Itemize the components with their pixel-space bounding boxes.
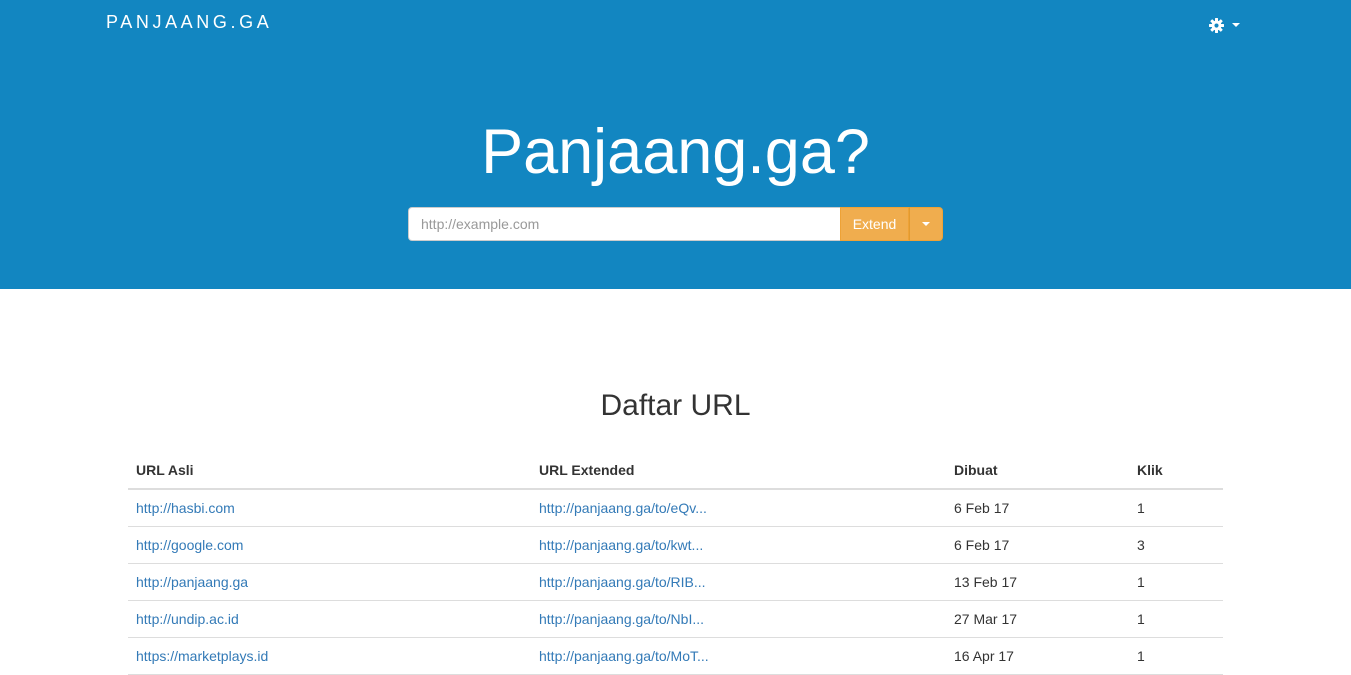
table-row: http://google.com http://panjaang.ga/to/…: [128, 526, 1223, 564]
original-url-link[interactable]: https://marketplays.id: [136, 648, 268, 664]
extended-url-link[interactable]: http://panjaang.ga/to/RIB...: [539, 574, 706, 590]
extend-button[interactable]: Extend: [840, 207, 909, 241]
url-input[interactable]: [408, 207, 840, 241]
section-title: Daftar URL: [600, 389, 751, 422]
hero-banner: PANJAANG.GA Panjaang.ga? Extend: [0, 0, 1351, 289]
table-row: https://marketplays.id http://panjaang.g…: [128, 637, 1223, 675]
column-header-created: Dibuat: [946, 451, 1129, 490]
original-url-link[interactable]: http://undip.ac.id: [136, 611, 239, 627]
click-count: 1: [1129, 563, 1223, 601]
extended-url-link[interactable]: http://panjaang.ga/to/MoT...: [539, 648, 709, 664]
created-date: 13 Feb 17: [946, 563, 1129, 601]
created-date: 6 Feb 17: [946, 489, 1129, 527]
created-date: 16 Apr 17: [946, 637, 1129, 675]
click-count: 1: [1129, 489, 1223, 527]
table-row: http://hasbi.com http://panjaang.ga/to/e…: [128, 489, 1223, 527]
extend-options-dropdown-button[interactable]: [909, 207, 943, 241]
hero-title: Panjaang.ga?: [481, 117, 870, 187]
original-url-link[interactable]: http://google.com: [136, 537, 243, 553]
extended-url-link[interactable]: http://panjaang.ga/to/eQv...: [539, 500, 707, 516]
click-count: 3: [1129, 526, 1223, 564]
click-count: 1: [1129, 600, 1223, 638]
click-count: 1: [1129, 637, 1223, 675]
settings-dropdown[interactable]: [1209, 14, 1240, 36]
original-url-link[interactable]: http://panjaang.ga: [136, 574, 248, 590]
extended-url-link[interactable]: http://panjaang.ga/to/kwt...: [539, 537, 703, 553]
created-date: 27 Mar 17: [946, 600, 1129, 638]
column-header-extended-url: URL Extended: [531, 451, 946, 490]
original-url-link[interactable]: http://hasbi.com: [136, 500, 235, 516]
extend-url-form: Extend: [408, 207, 943, 241]
column-header-original-url: URL Asli: [128, 451, 531, 490]
table-row: http://undip.ac.id http://panjaang.ga/to…: [128, 600, 1223, 638]
gear-icon: [1209, 17, 1224, 33]
column-header-clicks: Klik: [1129, 451, 1223, 490]
created-date: 6 Feb 17: [946, 526, 1129, 564]
table-header-row: URL Asli URL Extended Dibuat Klik: [128, 451, 1223, 490]
caret-down-icon: [1232, 23, 1240, 27]
caret-down-icon: [922, 222, 930, 226]
brand-logo-link[interactable]: PANJAANG.GA: [106, 12, 272, 33]
extended-url-link[interactable]: http://panjaang.ga/to/NbI...: [539, 611, 704, 627]
table-row: http://panjaang.ga http://panjaang.ga/to…: [128, 563, 1223, 601]
url-table: URL Asli URL Extended Dibuat Klik http:/…: [128, 451, 1223, 675]
